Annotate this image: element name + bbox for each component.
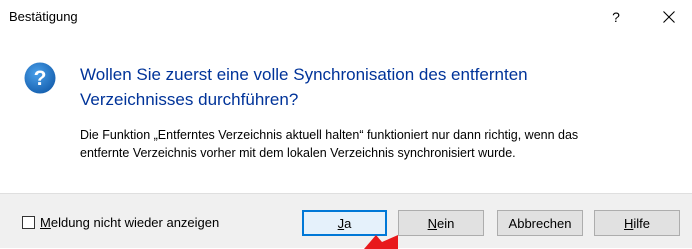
dialog-footer: Meldung nicht wieder anzeigen Ja Nein Ab… xyxy=(0,193,692,248)
detail-line-2: entfernte Verzeichnis vorher mit dem lok… xyxy=(80,146,516,160)
question-icon: ? xyxy=(24,62,56,94)
cancel-button[interactable]: Abbrechen xyxy=(497,210,583,236)
no-mnemonic: N xyxy=(427,216,438,231)
help-mnemonic: H xyxy=(623,216,634,231)
help-title-button[interactable]: ? xyxy=(604,6,628,28)
yes-label-rest: a xyxy=(344,216,352,231)
pointer-arrow-icon xyxy=(364,235,398,249)
dont-show-again-checkbox[interactable]: Meldung nicht wieder anzeigen xyxy=(22,215,219,230)
close-icon xyxy=(663,11,675,23)
help-label-rest: ilfe xyxy=(633,216,650,231)
window-title: Bestätigung xyxy=(9,9,78,24)
confirmation-dialog: Bestätigung ? ? Wollen Sie zuerst eine v… xyxy=(0,0,692,249)
checkbox-label: Meldung nicht wieder anzeigen xyxy=(40,215,219,230)
no-button[interactable]: Nein xyxy=(398,210,484,236)
checkbox-label-rest: eldung nicht wieder anzeigen xyxy=(50,215,220,230)
instruction-line-1: Wollen Sie zuerst eine volle Synchronisa… xyxy=(80,65,528,84)
title-bar: Bestätigung ? xyxy=(0,0,692,34)
main-instruction: Wollen Sie zuerst eine volle Synchronisa… xyxy=(80,62,660,112)
detail-line-1: Die Funktion „Entferntes Verzeichnis akt… xyxy=(80,128,579,142)
instruction-line-2: Verzeichnisses durchführen? xyxy=(80,90,299,109)
checkbox-box[interactable] xyxy=(22,216,35,229)
close-button[interactable] xyxy=(654,5,684,29)
detail-text: Die Funktion „Entferntes Verzeichnis akt… xyxy=(80,126,670,162)
svg-text:?: ? xyxy=(34,67,47,90)
dialog-content: ? Wollen Sie zuerst eine volle Synchroni… xyxy=(0,34,692,193)
checkbox-label-mnemonic: M xyxy=(40,215,51,230)
no-label-rest: ein xyxy=(437,216,455,231)
help-button[interactable]: Hilfe xyxy=(594,210,680,236)
